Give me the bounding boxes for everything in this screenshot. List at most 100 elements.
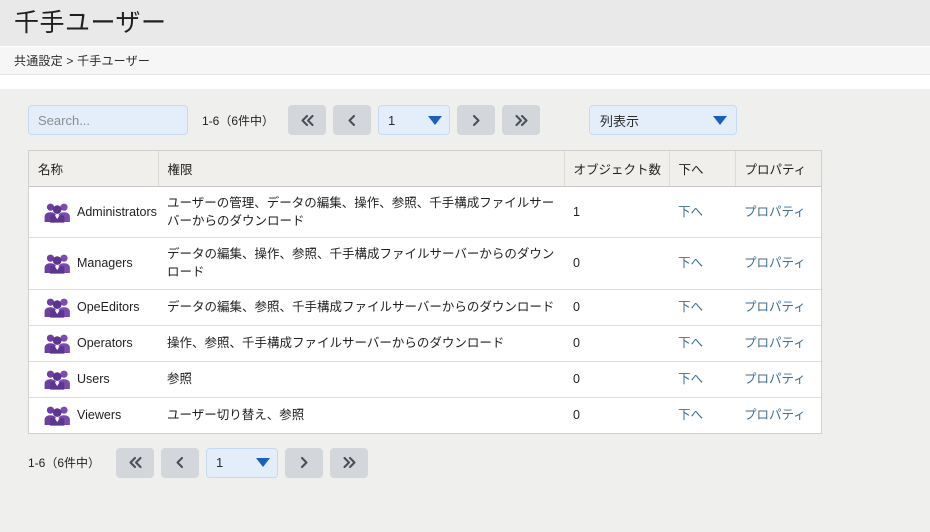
page-header-band: 千手ユーザー <box>0 0 930 47</box>
chevron-left-icon <box>175 456 185 469</box>
move-down-link[interactable]: 下へ <box>678 300 703 314</box>
cell-object-count: 0 <box>564 361 669 398</box>
cell-move-down: 下へ <box>669 397 735 433</box>
group-name: Users <box>77 371 110 386</box>
cell-property: プロパティ <box>735 289 821 326</box>
column-header-name[interactable]: 名称 <box>29 151 159 187</box>
table-row[interactable]: Operators 操作、参照、千手構成ファイルサーバーからのダウンロード 0 … <box>29 325 821 362</box>
cell-permission: データの編集、操作、参照、千手構成ファイルサーバーからのダウンロード <box>158 237 564 290</box>
cell-name: OpeEditors <box>29 289 158 326</box>
column-display-select[interactable]: 列表示 <box>589 105 738 135</box>
cell-move-down: 下へ <box>669 186 735 239</box>
property-link[interactable]: プロパティ <box>744 408 806 422</box>
bottom-record-range-label: 1-6（6件中） <box>28 456 101 470</box>
table-row[interactable]: Administrators ユーザーの管理、データの編集、操作、参照、千手構成… <box>29 186 821 239</box>
property-link[interactable]: プロパティ <box>744 205 806 219</box>
property-link[interactable]: プロパティ <box>744 300 806 314</box>
cell-property: プロパティ <box>735 325 821 362</box>
bottom-page-number-value: 1 <box>216 455 224 470</box>
group-name: Administrators <box>77 205 157 220</box>
cell-move-down: 下へ <box>669 325 735 362</box>
move-down-link[interactable]: 下へ <box>678 256 703 270</box>
move-down-link[interactable]: 下へ <box>678 336 703 350</box>
double-chevron-left-icon <box>300 114 315 127</box>
last-page-button[interactable] <box>502 105 541 135</box>
column-header-move-down[interactable]: 下へ <box>669 151 736 187</box>
chevron-right-icon <box>299 456 309 469</box>
cell-permission: ユーザーの管理、データの編集、操作、参照、千手構成ファイルサーバーからのダウンロ… <box>158 186 564 239</box>
bottom-page-number-select[interactable]: 1 <box>206 447 279 478</box>
bottom-pagination: 1-6（6件中） 1 <box>0 434 930 478</box>
page-title: 千手ユーザー <box>14 8 167 37</box>
column-header-object-count[interactable]: オブジェクト数 <box>564 151 670 187</box>
chevron-left-icon <box>347 114 357 127</box>
cell-name: Viewers <box>29 397 158 433</box>
next-page-button[interactable] <box>457 105 496 135</box>
breadcrumb-band: 共通設定 > 千手ユーザー <box>0 47 930 75</box>
cell-object-count: 1 <box>564 186 669 239</box>
cell-property: プロパティ <box>735 361 821 398</box>
cell-name: Operators <box>29 325 158 362</box>
cell-property: プロパティ <box>735 397 821 433</box>
cell-object-count: 0 <box>564 289 669 326</box>
cell-object-count: 0 <box>564 325 669 362</box>
cell-property: プロパティ <box>735 186 821 239</box>
column-header-permission[interactable]: 権限 <box>158 151 565 187</box>
cell-object-count: 0 <box>564 237 669 290</box>
user-group-icon <box>44 297 70 318</box>
cell-object-count: 0 <box>573 407 580 422</box>
bottom-next-page-button[interactable] <box>285 447 324 478</box>
double-chevron-right-icon <box>514 114 529 127</box>
chevron-right-icon <box>471 114 481 127</box>
breadcrumb[interactable]: 共通設定 > 千手ユーザー <box>14 52 150 69</box>
user-group-icon <box>44 369 70 390</box>
group-name: Operators <box>77 335 133 350</box>
cell-move-down: 下へ <box>669 289 735 326</box>
user-group-icon <box>44 202 70 223</box>
header-spacer <box>0 75 930 89</box>
bottom-last-page-button[interactable] <box>330 447 369 478</box>
user-group-icon <box>44 405 70 426</box>
group-name: OpeEditors <box>77 299 140 314</box>
chevron-down-icon <box>428 115 443 125</box>
double-chevron-left-icon <box>128 456 143 469</box>
double-chevron-right-icon <box>342 456 357 469</box>
cell-permission: ユーザー切り替え、参照 <box>167 407 305 422</box>
record-range-label: 1-6（6件中） <box>202 113 275 128</box>
search-input[interactable] <box>28 105 188 135</box>
table-row[interactable]: Users 参照 0 下へ プロパティ <box>29 361 821 398</box>
property-link[interactable]: プロパティ <box>744 336 806 350</box>
table-body: Administrators ユーザーの管理、データの編集、操作、参照、千手構成… <box>29 186 821 433</box>
table-row[interactable]: OpeEditors データの編集、参照、千手構成ファイルサーバーからのダウンロ… <box>29 289 821 326</box>
cell-name: Users <box>29 361 158 398</box>
prev-page-button[interactable] <box>333 105 372 135</box>
column-header-property[interactable]: プロパティ <box>735 151 821 187</box>
chevron-down-icon <box>256 458 271 467</box>
property-link[interactable]: プロパティ <box>744 372 806 386</box>
content-panel: 1-6（6件中） 1 <box>0 89 930 532</box>
cell-name: Managers <box>29 237 158 290</box>
first-page-button[interactable] <box>288 105 327 135</box>
users-table-container: 名称 権限 オブジェクト数 下へ プロパティ Administrators ユー… <box>28 150 822 434</box>
cell-property: プロパティ <box>735 237 821 290</box>
move-down-link[interactable]: 下へ <box>678 205 703 219</box>
table-row[interactable]: Managers データの編集、操作、参照、千手構成ファイルサーバーからのダウン… <box>29 237 821 290</box>
page-number-select[interactable]: 1 <box>378 105 451 135</box>
page-number-value: 1 <box>388 112 396 128</box>
property-link[interactable]: プロパティ <box>744 256 806 270</box>
chevron-down-icon <box>713 115 728 125</box>
bottom-first-page-button[interactable] <box>116 447 155 478</box>
cell-permission: 参照 <box>158 361 564 398</box>
table-row[interactable]: Viewers ユーザー切り替え、参照 0 下へ プロパティ <box>29 397 821 433</box>
move-down-link[interactable]: 下へ <box>678 408 703 422</box>
user-group-icon <box>44 253 70 274</box>
bottom-prev-page-button[interactable] <box>161 447 200 478</box>
group-name: Viewers <box>77 407 122 422</box>
column-display-label: 列表示 <box>600 113 640 129</box>
table-toolbar: 1-6（6件中） 1 <box>0 103 930 137</box>
cell-name: Administrators <box>29 186 158 239</box>
move-down-link[interactable]: 下へ <box>678 372 703 386</box>
cell-permission: データの編集、参照、千手構成ファイルサーバーからのダウンロード <box>158 289 564 326</box>
cell-move-down: 下へ <box>669 237 735 290</box>
table-header-row: 名称 権限 オブジェクト数 下へ プロパティ <box>29 151 821 187</box>
